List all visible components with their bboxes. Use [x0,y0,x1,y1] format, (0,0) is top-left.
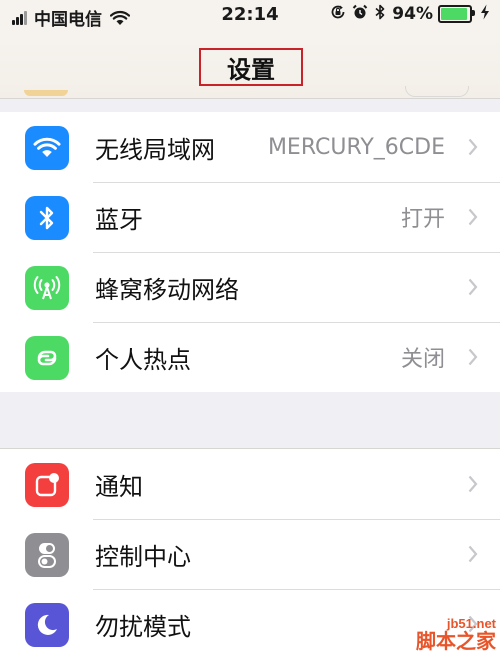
chevron-right-icon [468,112,478,182]
row-value: MERCURY_6CDE [267,134,445,160]
settings-row-wlan[interactable]: 无线局域网 MERCURY_6CDE [0,112,500,182]
title-highlight-box: 设置 [199,48,303,86]
site-watermark: jb51.net 脚本之家 [416,616,496,653]
cellular-icon [25,266,69,310]
chevron-right-icon [468,252,478,322]
row-label: 个人热点 [95,345,191,374]
row-label: 蜂窝移动网络 [95,275,239,304]
page-title: 设置 [227,55,275,84]
row-value: 打开 [400,207,445,232]
do-not-disturb-icon [25,603,69,647]
row-value: 关闭 [400,347,445,372]
control-center-icon [25,533,69,577]
nav-bar: 设置 [0,30,500,99]
settings-group-connectivity: 无线局域网 MERCURY_6CDE 蓝牙 打开 蜂窝移动网络 个人热点 关闭 [0,112,500,392]
bluetooth-icon [25,196,69,240]
status-right: 94% [324,4,490,24]
chevron-right-icon [468,322,478,392]
bluetooth-icon [374,4,386,24]
row-label: 勿扰模式 [95,612,191,641]
settings-row-hotspot[interactable]: 个人热点 关闭 [0,322,500,392]
watermark-name: 脚本之家 [416,631,496,653]
settings-row-cellular[interactable]: 蜂窝移动网络 [0,252,500,322]
chevron-right-icon [468,519,478,589]
row-label: 通知 [95,472,143,501]
watermark-domain: jb51.net [446,616,496,631]
chevron-right-icon [468,449,478,519]
battery-percent: 94% [392,4,433,24]
rotation-lock-icon [330,4,346,24]
battery-fill [441,8,468,20]
battery-icon [438,5,475,23]
chevron-right-icon [468,182,478,252]
status-bar: 中国电信 22:14 94% [0,0,500,30]
scrolled-toggle-peek [405,86,469,97]
charging-icon [480,4,490,24]
row-label: 控制中心 [95,542,191,571]
scrolled-row-peek [24,90,68,96]
row-label: 蓝牙 [95,205,143,234]
settings-row-notifications[interactable]: 通知 [0,449,500,519]
row-label: 无线局域网 [95,135,215,164]
wifi-icon [25,126,69,170]
settings-row-control-center[interactable]: 控制中心 [0,519,500,589]
alarm-icon [352,4,368,24]
hotspot-icon [25,336,69,380]
notifications-icon [25,463,69,507]
settings-row-bluetooth[interactable]: 蓝牙 打开 [0,182,500,252]
